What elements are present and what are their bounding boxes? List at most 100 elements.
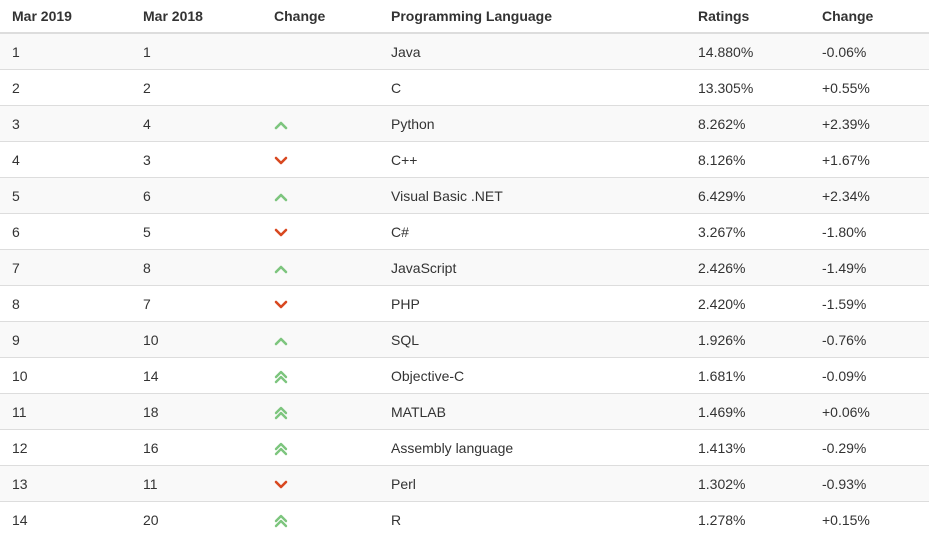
down-icon (274, 300, 288, 310)
up-icon (274, 264, 288, 274)
header-mar-2019[interactable]: Mar 2019 (0, 0, 131, 34)
rank-2018: 20 (131, 501, 262, 537)
rank-2019: 6 (0, 213, 131, 250)
table-row: 2 2 C 13.305% +0.55% (0, 69, 929, 106)
rank-2019: 13 (0, 465, 131, 502)
rank-2019: 8 (0, 285, 131, 322)
rank-2018: 10 (131, 321, 262, 358)
language-name: MATLAB (379, 393, 686, 430)
rank-2018: 14 (131, 357, 262, 394)
change-cell (262, 105, 379, 142)
rank-2018: 5 (131, 213, 262, 250)
language-name: JavaScript (379, 249, 686, 286)
language-name: Assembly language (379, 429, 686, 466)
down-icon (274, 480, 288, 490)
rating-value: 14.880% (686, 32, 810, 70)
table-row: 7 8 JavaScript 2.426% -1.49% (0, 249, 929, 286)
rating-change: -0.93% (810, 465, 929, 502)
language-name: Objective-C (379, 357, 686, 394)
change-cell (262, 69, 379, 106)
language-name: Python (379, 105, 686, 142)
table-row: 9 10 SQL 1.926% -0.76% (0, 321, 929, 358)
rating-value: 2.426% (686, 249, 810, 286)
table-row: 14 20 R 1.278% +0.15% (0, 501, 929, 537)
table-row: 5 6 Visual Basic .NET 6.429% +2.34% (0, 177, 929, 214)
language-name: R (379, 501, 686, 537)
rank-2018: 16 (131, 429, 262, 466)
rating-change: -0.06% (810, 32, 929, 70)
table-row: 6 5 C# 3.267% -1.80% (0, 213, 929, 250)
rating-change: +1.67% (810, 141, 929, 178)
rank-2019: 3 (0, 105, 131, 142)
table-row: 10 14 Objective-C 1.681% -0.09% (0, 357, 929, 394)
table-row: 3 4 Python 8.262% +2.39% (0, 105, 929, 142)
header-row: Mar 2019 Mar 2018 Change Programming Lan… (0, 0, 929, 34)
down-icon (274, 156, 288, 166)
table-row: 13 11 Perl 1.302% -0.93% (0, 465, 929, 502)
rating-change: +0.06% (810, 393, 929, 430)
rank-2019: 12 (0, 429, 131, 466)
rating-value: 8.126% (686, 141, 810, 178)
table-body: 1 1 Java 14.880% -0.06% 2 2 C 13.305% +0.55% 3 4 Pyt… (0, 32, 929, 537)
language-name: Perl (379, 465, 686, 502)
rating-value: 13.305% (686, 69, 810, 106)
rating-value: 2.420% (686, 285, 810, 322)
change-cell (262, 501, 379, 537)
rating-change: -1.59% (810, 285, 929, 322)
rating-change: -1.80% (810, 213, 929, 250)
change-cell (262, 465, 379, 502)
language-name: Visual Basic .NET (379, 177, 686, 214)
rating-change: +2.39% (810, 105, 929, 142)
change-cell (262, 177, 379, 214)
header-programming-language[interactable]: Programming Language (379, 0, 686, 34)
rank-2019: 10 (0, 357, 131, 394)
rating-value: 3.267% (686, 213, 810, 250)
rating-change: +0.15% (810, 501, 929, 537)
table-row: 8 7 PHP 2.420% -1.59% (0, 285, 929, 322)
change-cell (262, 357, 379, 394)
language-name: C++ (379, 141, 686, 178)
change-cell (262, 393, 379, 430)
rank-2019: 14 (0, 501, 131, 537)
rank-2018: 7 (131, 285, 262, 322)
change-cell (262, 141, 379, 178)
rank-2019: 4 (0, 141, 131, 178)
header-change-position[interactable]: Change (262, 0, 379, 34)
rating-value: 6.429% (686, 177, 810, 214)
table-row: 4 3 C++ 8.126% +1.67% (0, 141, 929, 178)
rating-value: 1.469% (686, 393, 810, 430)
ranking-table: Mar 2019 Mar 2018 Change Programming Lan… (0, 0, 929, 537)
header-ratings[interactable]: Ratings (686, 0, 810, 34)
rating-change: -0.09% (810, 357, 929, 394)
rating-change: -1.49% (810, 249, 929, 286)
rating-value: 1.926% (686, 321, 810, 358)
rank-2018: 1 (131, 32, 262, 70)
double-up-icon (274, 514, 288, 528)
rank-2019: 5 (0, 177, 131, 214)
language-name: C (379, 69, 686, 106)
header-change-rating[interactable]: Change (810, 0, 929, 34)
rank-2019: 11 (0, 393, 131, 430)
header-mar-2018[interactable]: Mar 2018 (131, 0, 262, 34)
change-cell (262, 32, 379, 70)
up-icon (274, 120, 288, 130)
rating-value: 8.262% (686, 105, 810, 142)
up-icon (274, 336, 288, 346)
rating-value: 1.302% (686, 465, 810, 502)
language-name: PHP (379, 285, 686, 322)
rank-2018: 3 (131, 141, 262, 178)
language-name: SQL (379, 321, 686, 358)
change-cell (262, 429, 379, 466)
rating-value: 1.681% (686, 357, 810, 394)
rating-value: 1.278% (686, 501, 810, 537)
table-row: 12 16 Assembly language 1.413% -0.29% (0, 429, 929, 466)
rank-2018: 6 (131, 177, 262, 214)
change-cell (262, 321, 379, 358)
rank-2018: 18 (131, 393, 262, 430)
table-row: 1 1 Java 14.880% -0.06% (0, 32, 929, 70)
table-row: 11 18 MATLAB 1.469% +0.06% (0, 393, 929, 430)
change-cell (262, 285, 379, 322)
change-cell (262, 249, 379, 286)
up-icon (274, 192, 288, 202)
rank-2018: 2 (131, 69, 262, 106)
